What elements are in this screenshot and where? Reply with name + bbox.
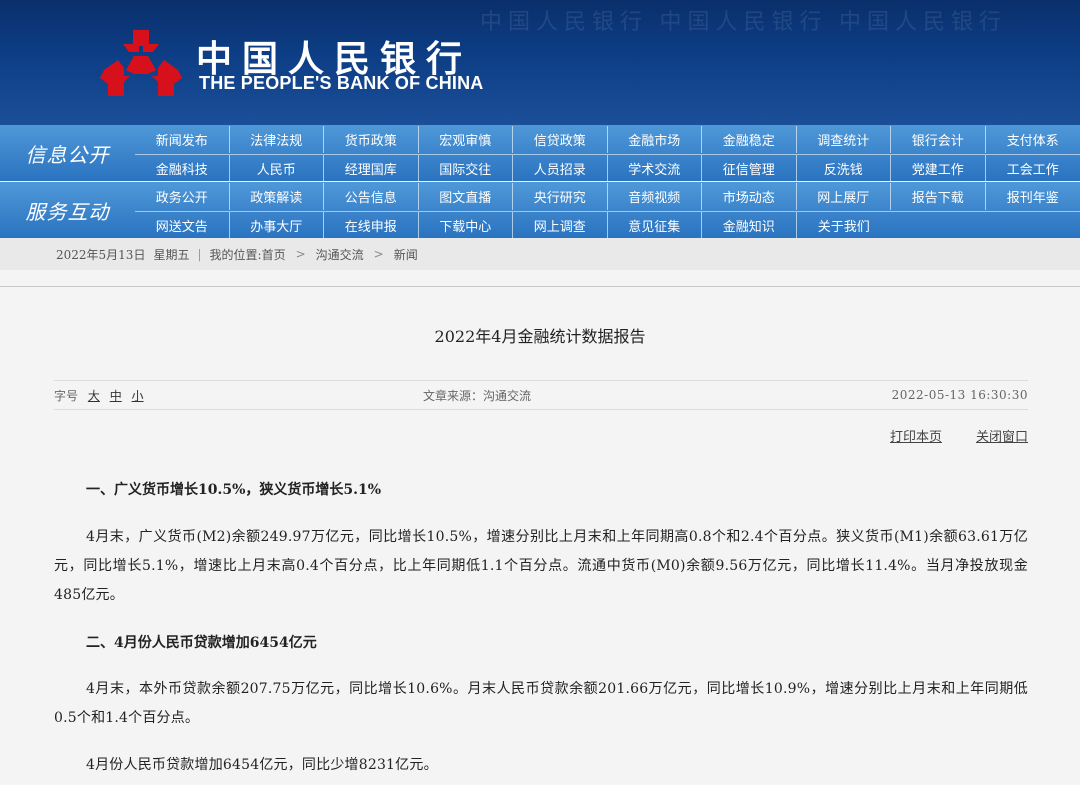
nav-section-label-service: 服务互动 bbox=[25, 199, 110, 224]
breadcrumb-separator: > bbox=[295, 247, 306, 261]
nav-row-3: 政务公开 政策解读 公告信息 图文直播 央行研究 音频视频 市场动态 网上展厅 报告下载 报刊年鉴 bbox=[135, 183, 1080, 212]
nav-item[interactable]: 市场动态 bbox=[702, 183, 797, 210]
nav-item[interactable]: 在线申报 bbox=[324, 212, 419, 239]
nav-item[interactable]: 人民币 bbox=[230, 155, 324, 182]
nav-item[interactable]: 人员招录 bbox=[513, 155, 608, 182]
nav-item[interactable]: 支付体系 bbox=[986, 126, 1080, 153]
nav-item[interactable]: 金融市场 bbox=[608, 126, 702, 153]
nav-item[interactable]: 图文直播 bbox=[419, 183, 513, 210]
breadcrumb-divider: | bbox=[197, 247, 202, 261]
article-title: 2022年4月金融统计数据报告 bbox=[434, 327, 646, 346]
article-source: 文章来源：沟通交流 bbox=[423, 388, 532, 403]
content-divider bbox=[0, 286, 1080, 287]
nav-section-label-info: 信息公开 bbox=[25, 142, 110, 167]
nav-row-4: 网送文告 办事大厅 在线申报 下载中心 网上调查 意见征集 金融知识 关于我们 bbox=[135, 212, 891, 239]
nav-section-info: 信息公开 新闻发布 法律法规 货币政策 宏观审慎 信贷政策 金融市场 金融稳定 调查统计 银行会… bbox=[0, 125, 1080, 182]
nav-item[interactable]: 征信管理 bbox=[702, 155, 797, 182]
print-page-link[interactable]: 打印本页 bbox=[890, 426, 942, 445]
article-body: 一、广义货币增长10.5%，狭义货币增长5.1% 4月末，广义货币(M2)余额2… bbox=[54, 476, 1028, 780]
font-size-medium-link[interactable]: 中 bbox=[110, 389, 122, 403]
close-window-link[interactable]: 关闭窗口 bbox=[976, 426, 1028, 445]
nav-row-2: 金融科技 人民币 经理国库 国际交往 人员招录 学术交流 征信管理 反洗钱 党建工作 工会工作 bbox=[135, 155, 1080, 182]
nav-item[interactable]: 货币政策 bbox=[324, 126, 419, 153]
nav-item[interactable]: 办事大厅 bbox=[230, 212, 324, 239]
pboc-logo-icon[interactable] bbox=[100, 26, 182, 100]
main-navigation: 信息公开 新闻发布 法律法规 货币政策 宏观审慎 信贷政策 金融市场 金融稳定 调查统计 银行会… bbox=[0, 125, 1080, 239]
nav-item[interactable]: 新闻发布 bbox=[135, 126, 230, 153]
article-paragraph-2: 4月末，本外币贷款余额207.75万亿元，同比增长10.6%。月末人民币贷款余额… bbox=[54, 681, 1028, 726]
current-date: 2022年5月13日 bbox=[56, 247, 146, 262]
nav-item[interactable]: 法律法规 bbox=[230, 126, 324, 153]
nav-item[interactable]: 政策解读 bbox=[230, 183, 324, 210]
current-weekday: 星期五 bbox=[153, 247, 190, 262]
breadcrumb-level2-link[interactable]: 新闻 bbox=[394, 246, 418, 263]
nav-item[interactable]: 信贷政策 bbox=[513, 126, 608, 153]
nav-item[interactable]: 网送文告 bbox=[135, 212, 230, 239]
nav-item[interactable]: 金融科技 bbox=[135, 155, 230, 182]
nav-item[interactable]: 工会工作 bbox=[986, 155, 1080, 182]
article-paragraph-1: 4月末，广义货币(M2)余额249.97万亿元，同比增长10.5%，增速分别比上… bbox=[54, 529, 1028, 603]
font-size-control: 字号 大 中 小 bbox=[54, 387, 254, 404]
nav-item[interactable]: 金融稳定 bbox=[702, 126, 797, 153]
nav-item[interactable]: 意见征集 bbox=[608, 212, 702, 239]
breadcrumb-level1-link[interactable]: 沟通交流 bbox=[316, 246, 364, 263]
font-size-small-link[interactable]: 小 bbox=[132, 389, 144, 403]
section-heading-2: 二、4月份人民币贷款增加6454亿元 bbox=[86, 635, 317, 651]
nav-item[interactable]: 央行研究 bbox=[513, 183, 608, 210]
nav-item[interactable]: 报告下载 bbox=[891, 183, 986, 210]
article-paragraph-3: 4月份人民币贷款增加6454亿元，同比少增8231亿元。 bbox=[86, 757, 438, 773]
banner-background-pattern: 中国人民银行 中国人民银行 中国人民银行 bbox=[480, 9, 1008, 34]
article-tools: 打印本页 关闭窗口 bbox=[890, 426, 1028, 445]
nav-row-1: 新闻发布 法律法规 货币政策 宏观审慎 信贷政策 金融市场 金融稳定 调查统计 银行会计 支付体系 bbox=[135, 126, 1080, 155]
location-label: 我的位置: bbox=[209, 247, 262, 262]
nav-item[interactable]: 网上调查 bbox=[513, 212, 608, 239]
nav-item[interactable]: 经理国库 bbox=[324, 155, 419, 182]
nav-item[interactable]: 报刊年鉴 bbox=[986, 183, 1080, 210]
nav-item[interactable]: 反洗钱 bbox=[797, 155, 891, 182]
logo-english-name: THE PEOPLE'S BANK OF CHINA bbox=[199, 73, 484, 93]
article-timestamp: 2022-05-13 16:30:30 bbox=[891, 388, 1028, 402]
breadcrumb-home-link[interactable]: 首页 bbox=[262, 246, 286, 263]
section-heading-1: 一、广义货币增长10.5%，狭义货币增长5.1% bbox=[86, 482, 382, 498]
nav-item[interactable]: 关于我们 bbox=[797, 212, 892, 239]
nav-item[interactable]: 下载中心 bbox=[419, 212, 513, 239]
article-meta-bar: 字号 大 中 小 文章来源：沟通交流 2022-05-13 16:30:30 bbox=[54, 380, 1028, 410]
font-size-label: 字号 bbox=[54, 388, 79, 403]
nav-item[interactable]: 国际交往 bbox=[419, 155, 513, 182]
nav-item[interactable]: 公告信息 bbox=[324, 183, 419, 210]
nav-section-service: 服务互动 政务公开 政策解读 公告信息 图文直播 央行研究 音频视频 市场动态 网上展厅 报告下… bbox=[0, 182, 1080, 239]
nav-item[interactable]: 调查统计 bbox=[797, 126, 891, 153]
nav-item[interactable]: 政务公开 bbox=[135, 183, 230, 210]
header-banner: 中国人民银行 中国人民银行 中国人民银行 中国人民银行 THE PEOPLE'S… bbox=[0, 0, 1080, 125]
font-size-large-link[interactable]: 大 bbox=[88, 389, 100, 403]
nav-item[interactable]: 党建工作 bbox=[891, 155, 986, 182]
breadcrumb: 2022年5月13日 星期五 | 我的位置: 首页 > 沟通交流 > 新闻 bbox=[0, 238, 1080, 270]
nav-item[interactable]: 宏观审慎 bbox=[419, 126, 513, 153]
nav-item[interactable]: 银行会计 bbox=[891, 126, 986, 153]
nav-item[interactable]: 音频视频 bbox=[608, 183, 702, 210]
nav-item[interactable]: 学术交流 bbox=[608, 155, 702, 182]
nav-item[interactable]: 网上展厅 bbox=[797, 183, 891, 210]
breadcrumb-separator: > bbox=[373, 247, 384, 261]
nav-item[interactable]: 金融知识 bbox=[702, 212, 797, 239]
